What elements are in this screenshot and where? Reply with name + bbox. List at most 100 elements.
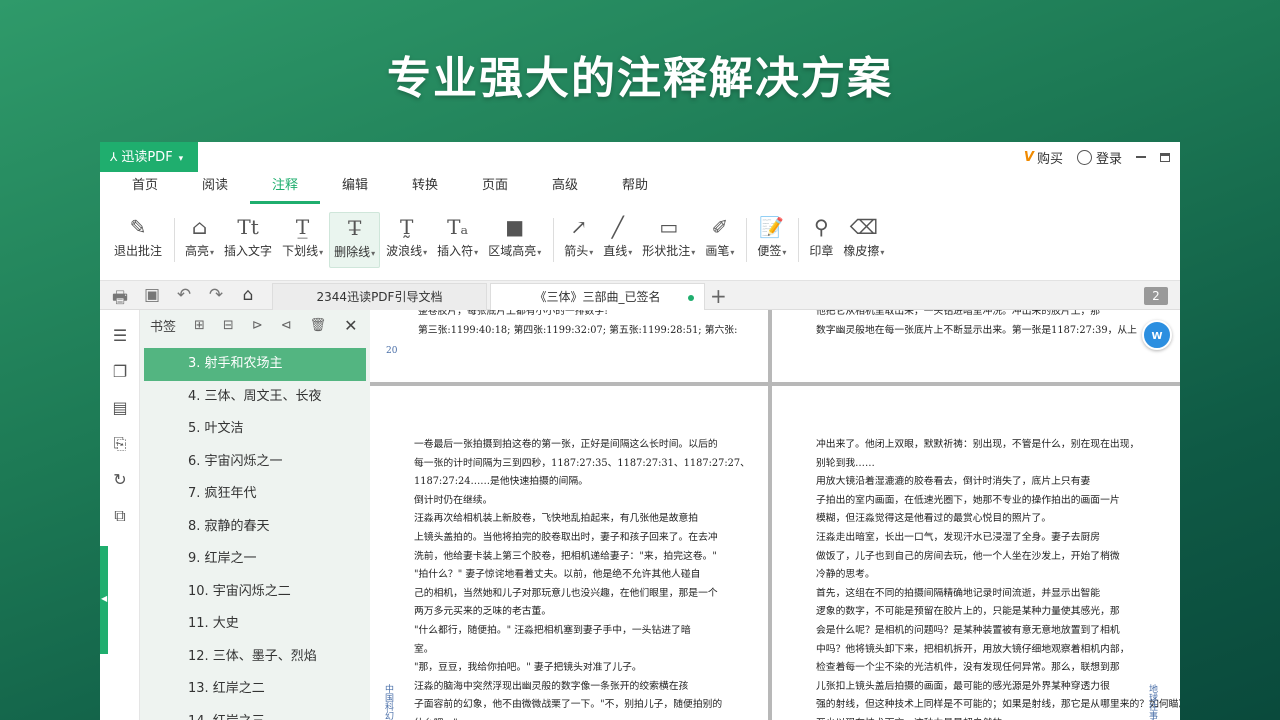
panel-collapse-handle[interactable]: ◀: [100, 546, 108, 654]
bookmark-item[interactable]: 6. 宇宙闪烁之一: [144, 446, 366, 479]
ribbon-tool[interactable]: Tt插入文字: [220, 212, 276, 268]
promo-banner-title: 专业强大的注释解决方案: [0, 42, 1280, 106]
bookmark-item[interactable]: 11. 大史: [144, 608, 366, 641]
chevron-down-icon[interactable]: ▾: [730, 248, 734, 257]
app-menu-button[interactable]: ⅄迅读PDF▾: [100, 142, 198, 172]
ribbon-tool[interactable]: ⚲印章: [805, 212, 837, 268]
ribbon-tool[interactable]: ╱直线▾: [599, 212, 636, 268]
page-text-line: 数字幽灵般地在每一张底片上不断显示出来。第一张是1187:27:39，从上: [816, 322, 1137, 341]
comment-icon[interactable]: ▤: [110, 398, 130, 418]
bookmark-item[interactable]: 14. 红岸之三: [144, 706, 366, 720]
expand-all-icon[interactable]: ⊞: [194, 318, 205, 333]
chevron-down-icon: ▾: [179, 154, 184, 164]
bookmark-list-icon[interactable]: ☰: [110, 326, 130, 346]
login-button[interactable]: 登录: [1077, 148, 1122, 167]
chevron-down-icon[interactable]: ▾: [880, 248, 884, 257]
ribbon-tool[interactable]: ↗箭头▾: [560, 212, 597, 268]
ribbon-tool[interactable]: ⌂高亮▾: [181, 212, 218, 268]
chevron-down-icon[interactable]: ▾: [474, 248, 478, 257]
insert-text-icon: Tt: [237, 212, 258, 242]
pdf-to-word-icon[interactable]: ⎘: [110, 434, 130, 454]
page-text-line: "拍什么？" 妻子惊诧地看着丈夫。以前，他是绝不允许其他人碰自: [414, 566, 750, 585]
menu-item[interactable]: 阅读: [180, 172, 250, 204]
menu-item[interactable]: 页面: [460, 172, 530, 204]
bookmark-panel-title: 书签: [150, 316, 176, 335]
bookmark-list: 3. 射手和农场主4. 三体、周文王、长夜5. 叶文洁6. 宇宙闪烁之一7. 疯…: [144, 348, 366, 720]
chevron-down-icon[interactable]: ▾: [691, 248, 695, 257]
page-text-line: 汪淼走出暗室，长出一口气，发现汗水已浸湿了全身。妻子去厨房: [816, 529, 1180, 548]
buy-button[interactable]: V购买: [1024, 148, 1063, 167]
maximize-button[interactable]: [1160, 153, 1170, 162]
ribbon-tool-label: 橡皮擦: [843, 244, 879, 258]
ribbon-tool-label: 退出批注: [114, 244, 162, 258]
page-text-line: 子面容前的幻象，他不由微微战栗了一下。"不，别拍儿子，随便拍别的: [414, 696, 750, 715]
ribbon-tool-label: 印章: [809, 244, 833, 258]
chevron-down-icon[interactable]: ▾: [210, 248, 214, 257]
minimize-button[interactable]: [1136, 156, 1146, 158]
bookmark-item[interactable]: 13. 红岸之二: [144, 673, 366, 706]
menu-item[interactable]: 注释: [250, 172, 320, 204]
tab-santi-document[interactable]: 《三体》三部曲_已签名: [490, 283, 705, 311]
refresh-icon[interactable]: ↻: [110, 470, 130, 490]
chevron-down-icon[interactable]: ▾: [628, 248, 632, 257]
bookmark-item[interactable]: 10. 宇宙闪烁之二: [144, 576, 366, 609]
page-text-line: 上镜头盖拍的。当他将拍完的胶卷取出时，妻子和孩子回来了。在去冲: [414, 529, 750, 548]
translate-icon[interactable]: ⧉: [110, 506, 130, 526]
page-text-line: "那，豆豆，我给你拍吧。" 妻子把镜头对准了儿子。: [414, 659, 750, 678]
page-text-line: 冲出来了。他闭上双眼，默默祈祷：别出现，不管是什么，别在现在出现，: [816, 436, 1180, 455]
bookmark-item[interactable]: 4. 三体、周文王、长夜: [144, 381, 366, 414]
chevron-down-icon[interactable]: ▾: [589, 248, 593, 257]
page-text-line: 首先，这组在不同的拍摄间隔精确地记录时间流逝，并显示出智能: [816, 585, 1180, 604]
bookmark-item[interactable]: 8. 寂静的春天: [144, 511, 366, 544]
ribbon-tool[interactable]: Tₐ插入符▾: [433, 212, 482, 268]
delete-bookmark-icon[interactable]: 🗑: [310, 318, 327, 333]
ribbon-tool[interactable]: 📝便签▾: [753, 212, 790, 268]
ribbon-tool[interactable]: T̶删除线▾: [329, 212, 380, 268]
ribbon-tool[interactable]: ▭形状批注▾: [638, 212, 699, 268]
ribbon-tool[interactable]: T̰波浪线▾: [382, 212, 431, 268]
ribbon-tool[interactable]: T̲下划线▾: [278, 212, 327, 268]
bookmark-item[interactable]: 9. 红岸之一: [144, 543, 366, 576]
bookmark-item[interactable]: 7. 疯狂年代: [144, 478, 366, 511]
document-viewer[interactable]: 整卷胶片，每张底片上都有小小的一排数字! 第三张:1199:40:18; 第四张…: [370, 310, 1180, 720]
ribbon-tool-label: 插入符: [437, 244, 473, 258]
page-text-line: 中吗？他将镜头卸下来，把相机拆开，用放大镜仔细地观察着相机内部，: [816, 641, 1180, 660]
highlight-icon: ⌂: [192, 212, 207, 242]
menu-item[interactable]: 高级: [530, 172, 600, 204]
page-number: 20: [386, 346, 397, 356]
chevron-down-icon[interactable]: ▾: [782, 248, 786, 257]
chevron-down-icon[interactable]: ▾: [537, 248, 541, 257]
chevron-down-icon[interactable]: ▾: [371, 249, 375, 258]
pdf-logo-icon: ⅄: [110, 150, 117, 164]
page-text-line: 两万多元买来的乏味的老古董。: [414, 603, 750, 622]
ribbon-tool-label: 下划线: [282, 244, 318, 258]
add-sub-bookmark-icon[interactable]: ⊲: [281, 318, 292, 333]
bookmark-item[interactable]: 12. 三体、墨子、烈焰: [144, 641, 366, 674]
tab-label: 《三体》三部曲_已签名: [534, 290, 660, 304]
close-icon[interactable]: ✕: [344, 316, 357, 335]
pen-icon: ✐: [711, 212, 728, 242]
ribbon-tool[interactable]: ■区域高亮▾: [484, 212, 545, 268]
thumbnail-icon[interactable]: ❐: [110, 362, 130, 382]
new-tab-button[interactable]: +: [710, 283, 727, 309]
ribbon-tool-label: 删除线: [334, 245, 370, 259]
add-bookmark-icon[interactable]: ⊳: [252, 318, 263, 333]
ribbon-tool[interactable]: ✎退出批注: [110, 212, 166, 268]
chevron-down-icon[interactable]: ▾: [319, 248, 323, 257]
ribbon-tool[interactable]: ⌫橡皮擦▾: [839, 212, 888, 268]
sticky-note-icon: 📝: [759, 212, 784, 242]
menu-item[interactable]: 转换: [390, 172, 460, 204]
convert-to-word-icon[interactable]: W: [1142, 320, 1172, 350]
collapse-all-icon[interactable]: ⊟: [223, 318, 234, 333]
page-text-line: 室。: [414, 641, 750, 660]
chevron-down-icon[interactable]: ▾: [423, 248, 427, 257]
menu-item[interactable]: 帮助: [600, 172, 670, 204]
bookmark-item[interactable]: 3. 射手和农场主: [144, 348, 366, 381]
bookmark-item[interactable]: 5. 叶文洁: [144, 413, 366, 446]
menu-item[interactable]: 编辑: [320, 172, 390, 204]
menu-item[interactable]: 首页: [110, 172, 180, 204]
ribbon-tool[interactable]: ✐画笔▾: [701, 212, 738, 268]
tab-guide-document[interactable]: 2344迅读PDF引导文档: [272, 283, 487, 311]
annotation-ribbon: ✎退出批注 ⌂高亮▾Tt插入文字T̲下划线▾T̶删除线▾T̰波浪线▾Tₐ插入符▾■…: [100, 204, 1180, 274]
page-text-line: 整卷胶片，每张底片上都有小小的一排数字!: [418, 310, 737, 322]
